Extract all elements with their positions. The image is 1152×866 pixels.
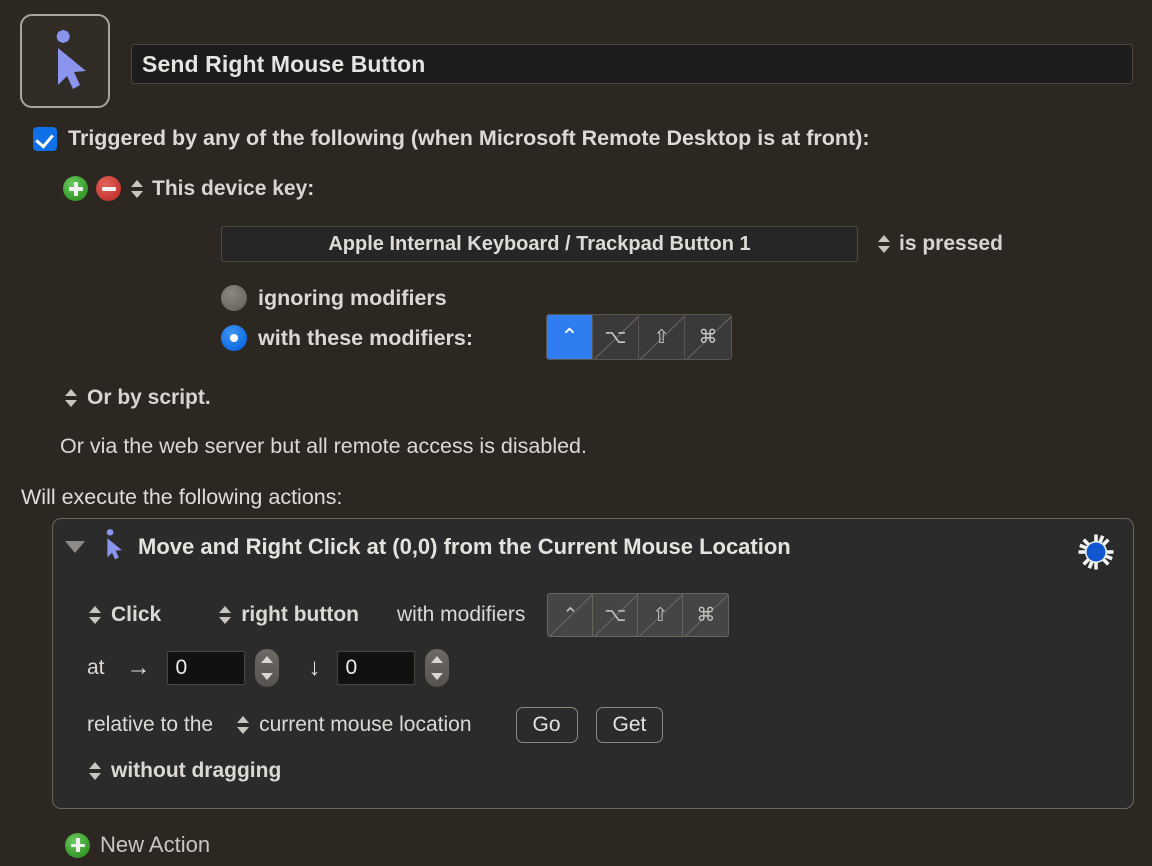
mouse-click-cursor-icon	[22, 30, 108, 92]
radio-ignoring-modifiers-label: ignoring modifiers	[258, 285, 447, 310]
vertical-arrow-icon: ↓	[308, 654, 321, 681]
x-coordinate-stepper[interactable]	[254, 649, 279, 687]
relative-target-select[interactable]: current mouse location	[235, 713, 472, 737]
get-button-label: Get	[612, 713, 647, 736]
shift-key-icon: ⇧	[652, 604, 669, 626]
trigger-enabled-row[interactable]: Triggered by any of the following (when …	[33, 126, 870, 151]
mouse-button-chevron-updown-icon[interactable]	[217, 603, 232, 627]
condition-value: is pressed	[899, 232, 1003, 255]
x-coordinate-value: 0	[175, 656, 188, 679]
with-modifiers-label: with modifiers	[397, 603, 526, 626]
disclosure-triangle-icon[interactable]	[65, 541, 85, 553]
relative-target-chevron-updown-icon[interactable]	[235, 713, 250, 737]
control-key-icon: ⌃	[562, 604, 579, 626]
x-coordinate-input[interactable]: 0	[166, 651, 245, 685]
click-mode-select[interactable]: Click	[87, 603, 161, 627]
or-by-script-row[interactable]: Or by script.	[63, 386, 211, 410]
radio-with-these-modifiers-label: with these modifiers:	[258, 325, 474, 350]
click-mode-chevron-updown-icon[interactable]	[87, 603, 102, 627]
modifier-mode-group: ignoring modifiers with these modifiers:	[221, 283, 473, 363]
relative-to-label: relative to the	[87, 713, 214, 736]
trigger-type-row: This device key:	[63, 176, 314, 201]
or-by-script-label: Or by script.	[87, 386, 211, 409]
radio-ignoring-modifiers[interactable]: ignoring modifiers	[221, 283, 473, 313]
control-key-icon: ⌃	[560, 324, 579, 349]
click-mode-value: Click	[111, 603, 162, 626]
action-relative-row: relative to the current mouse location G…	[87, 707, 664, 743]
condition-chevron-updown-icon[interactable]	[876, 232, 891, 256]
new-action-button[interactable]: New Action	[65, 832, 210, 858]
macro-name-input[interactable]: Send Right Mouse Button	[131, 44, 1133, 84]
action-modifier-control[interactable]: ⌃	[548, 594, 594, 636]
action-modifier-keys: ⌃ ⌥ ⇧ ⌘	[547, 593, 730, 637]
radio-with-these-modifiers[interactable]: with these modifiers:	[221, 323, 473, 353]
action-coordinates-row: at → 0 ↓ 0	[87, 649, 449, 687]
remove-trigger-button[interactable]	[96, 176, 121, 201]
at-label: at	[87, 656, 105, 679]
macro-icon-button[interactable]	[20, 14, 110, 108]
trigger-enabled-checkbox[interactable]	[33, 126, 57, 151]
action-card: Move and Right Click at (0,0) from the C…	[52, 518, 1134, 809]
go-button[interactable]: Go	[515, 707, 578, 743]
radio-with-these-modifiers-button[interactable]	[221, 325, 247, 351]
actions-heading: Will execute the following actions:	[21, 485, 343, 509]
trigger-modifier-command[interactable]: ⌘	[685, 315, 731, 359]
device-key-condition-select[interactable]: is pressed	[876, 232, 1003, 256]
web-server-note: Or via the web server but all remote acc…	[60, 434, 587, 458]
script-chevron-updown-icon[interactable]	[63, 386, 78, 410]
command-key-icon: ⌘	[698, 326, 718, 348]
action-title: Move and Right Click at (0,0) from the C…	[138, 534, 791, 559]
option-key-icon: ⌥	[604, 326, 627, 348]
mouse-button-select[interactable]: right button	[217, 603, 359, 627]
trigger-modifier-control[interactable]: ⌃	[547, 315, 593, 359]
y-coordinate-value: 0	[345, 656, 358, 679]
trigger-modifier-shift[interactable]: ⇧	[639, 315, 685, 359]
macro-editor-pane: Send Right Mouse Button Triggered by any…	[0, 0, 1152, 866]
trigger-enabled-label: Triggered by any of the following (when …	[68, 126, 870, 150]
command-key-icon: ⌘	[696, 604, 716, 626]
get-button[interactable]: Get	[595, 707, 664, 743]
device-key-row: Apple Internal Keyboard / Trackpad Butto…	[221, 226, 1003, 262]
gear-icon[interactable]	[1078, 534, 1114, 575]
mouse-click-cursor-icon	[96, 528, 126, 566]
new-action-label: New Action	[100, 832, 211, 857]
option-key-icon: ⌥	[604, 604, 627, 626]
radio-ignoring-modifiers-button[interactable]	[221, 285, 247, 311]
mouse-button-value: right button	[241, 603, 359, 626]
horizontal-arrow-icon: →	[126, 654, 151, 681]
action-modifier-shift[interactable]: ⇧	[638, 594, 684, 636]
device-key-value: Apple Internal Keyboard / Trackpad Butto…	[328, 232, 751, 255]
device-key-select[interactable]: Apple Internal Keyboard / Trackpad Butto…	[221, 226, 858, 262]
add-trigger-button[interactable]	[63, 176, 88, 201]
trigger-type-chevron-updown-icon[interactable]	[129, 177, 144, 201]
action-modifier-command[interactable]: ⌘	[683, 594, 729, 636]
go-button-label: Go	[532, 713, 561, 736]
shift-key-icon: ⇧	[653, 326, 670, 348]
drag-mode-chevron-updown-icon[interactable]	[87, 759, 102, 783]
add-action-icon[interactable]	[65, 832, 90, 858]
drag-mode-value: without dragging	[111, 759, 282, 782]
trigger-modifier-option[interactable]: ⌥	[593, 315, 639, 359]
action-modifier-option[interactable]: ⌥	[593, 594, 639, 636]
action-drag-row[interactable]: without dragging	[87, 759, 281, 783]
trigger-modifier-keys: ⌃ ⌥ ⇧ ⌘	[546, 314, 732, 360]
macro-header: Send Right Mouse Button	[0, 0, 1152, 115]
action-card-header: Move and Right Click at (0,0) from the C…	[53, 519, 1133, 575]
y-coordinate-stepper[interactable]	[424, 649, 449, 687]
relative-target-value: current mouse location	[259, 713, 472, 736]
action-click-row: Click right button with modifiers ⌃ ⌥ ⇧ …	[87, 593, 730, 637]
macro-name-value: Send Right Mouse Button	[142, 50, 426, 77]
trigger-type-label[interactable]: This device key:	[152, 177, 314, 201]
y-coordinate-input[interactable]: 0	[336, 651, 415, 685]
